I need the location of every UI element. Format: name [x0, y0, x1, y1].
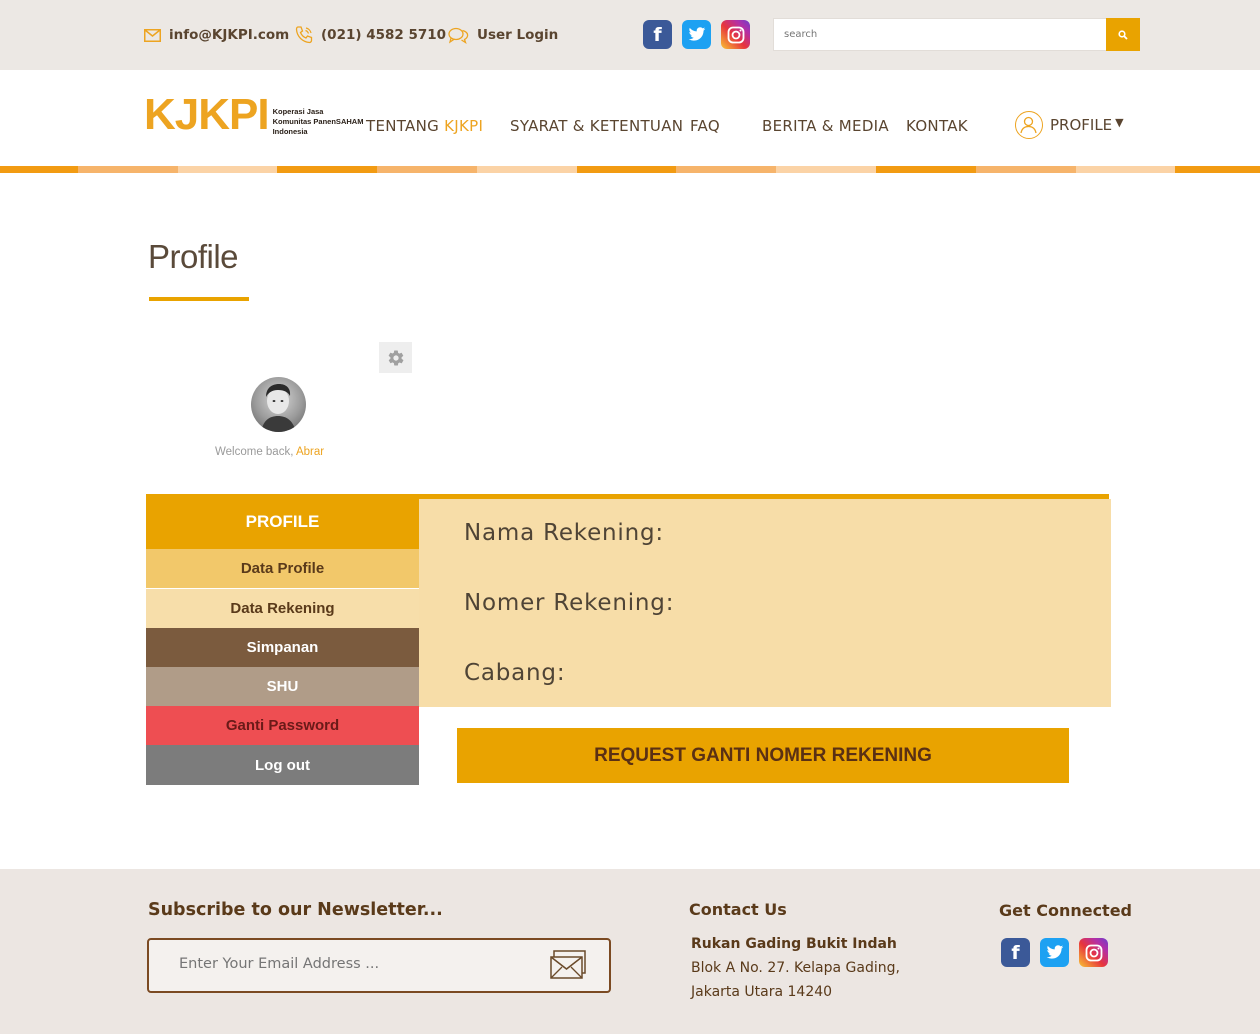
twitter-icon[interactable]	[682, 20, 711, 49]
social-links-top: f	[643, 20, 750, 49]
site-logo[interactable]: KJKPI Koperasi Jasa Komunitas PanenSAHAM…	[144, 92, 363, 138]
sidebar-item-data-profile[interactable]: Data Profile	[146, 549, 419, 588]
logo-mark: KJKPI	[144, 90, 270, 139]
newsletter-submit-button[interactable]	[549, 948, 589, 982]
search-input[interactable]	[773, 18, 1106, 51]
top-bar: info@KJKPI.com (021) 4582 5710 User Logi…	[0, 0, 1260, 70]
twitter-icon[interactable]	[1040, 938, 1069, 967]
nav-kontak[interactable]: KONTAK	[906, 117, 968, 135]
instagram-icon[interactable]	[1079, 938, 1108, 967]
user-icon	[1015, 111, 1043, 139]
nav-tentang[interactable]: TENTANG KJKPI	[366, 117, 483, 135]
address-name: Rukan Gading Bukit Indah	[691, 936, 897, 952]
sidebar-item-logout[interactable]: Log out	[146, 745, 419, 785]
newsletter-form	[147, 938, 611, 993]
newsletter-title: Subscribe to our Newsletter...	[148, 900, 443, 920]
cabang-label: Cabang:	[464, 660, 566, 686]
title-underline	[149, 297, 249, 301]
phone-text: (021) 4582 5710	[321, 27, 447, 43]
settings-button[interactable]	[379, 342, 412, 373]
sidebar-item-ganti-password[interactable]: Ganti Password	[146, 706, 419, 745]
email-link[interactable]: info@KJKPI.com	[144, 24, 289, 46]
get-connected-title: Get Connected	[999, 901, 1133, 920]
social-links-footer: f	[1001, 938, 1108, 967]
search-button[interactable]	[1106, 18, 1140, 51]
sidebar-item-data-rekening[interactable]: Data Rekening	[146, 589, 419, 628]
search-icon	[1118, 29, 1128, 40]
facebook-icon[interactable]: f	[1001, 938, 1030, 967]
envelope-icon	[550, 950, 586, 979]
page-title: Profile	[148, 238, 239, 275]
user-login-link[interactable]: User Login	[448, 24, 558, 46]
nama-rekening-label: Nama Rekening:	[464, 520, 664, 546]
contact-title: Contact Us	[689, 900, 787, 919]
username: Abrar	[295, 446, 325, 458]
nav-faq[interactable]: FAQ	[690, 117, 720, 135]
user-login-text: User Login	[477, 27, 559, 43]
welcome-message: Welcome back, Abrar	[215, 446, 325, 458]
address-line-1: Blok A No. 27. Kelapa Gading,	[691, 960, 900, 976]
avatar	[251, 377, 306, 432]
nav-syarat[interactable]: SYARAT & KETENTUAN	[510, 117, 683, 135]
sidebar-heading: PROFILE	[146, 494, 419, 549]
email-text: info@KJKPI.com	[169, 27, 290, 43]
sidebar-item-shu[interactable]: SHU	[146, 667, 419, 706]
main-header: KJKPI Koperasi Jasa Komunitas PanenSAHAM…	[0, 70, 1260, 166]
request-change-account-button[interactable]: REQUEST GANTI NOMER REKENING	[457, 728, 1069, 783]
chevron-down-icon: ▼	[1115, 115, 1124, 129]
newsletter-email-input[interactable]	[179, 956, 529, 972]
mail-icon	[144, 28, 161, 42]
phone-icon	[295, 26, 313, 44]
header-stripe	[0, 166, 1260, 173]
facebook-icon[interactable]: f	[643, 20, 672, 49]
nav-profile[interactable]: PROFILE ▼	[1015, 111, 1124, 139]
instagram-icon[interactable]	[721, 20, 750, 49]
nav-berita[interactable]: BERITA & MEDIA	[762, 117, 889, 135]
nav-profile-label: PROFILE	[1050, 116, 1113, 134]
gear-icon	[388, 350, 403, 365]
sidebar-item-simpanan[interactable]: Simpanan	[146, 628, 419, 667]
nomer-rekening-label: Nomer Rekening:	[464, 590, 675, 616]
address-line-2: Jakarta Utara 14240	[691, 984, 833, 1000]
chat-icon	[448, 27, 469, 44]
phone-link[interactable]: (021) 4582 5710	[295, 24, 446, 46]
logo-tagline: Koperasi Jasa Komunitas PanenSAHAM Indon…	[272, 107, 364, 136]
